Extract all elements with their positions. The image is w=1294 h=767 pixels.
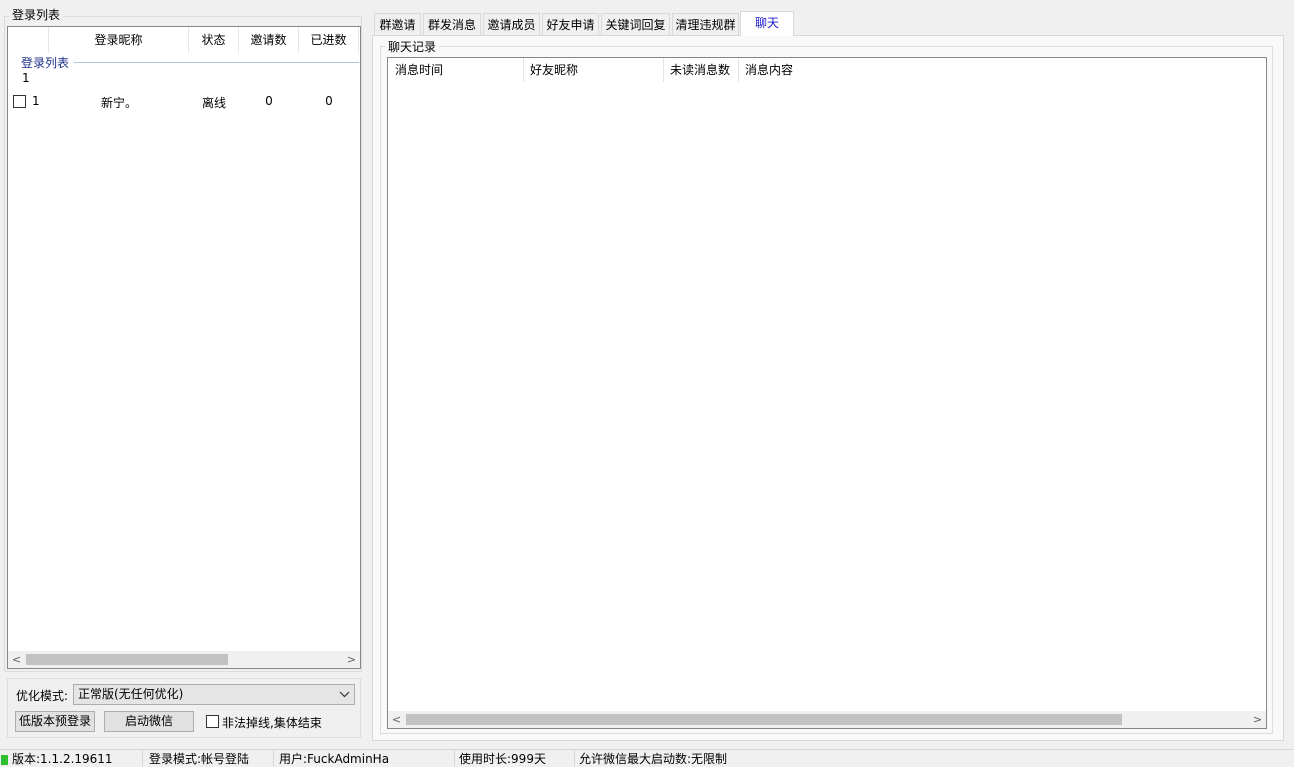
mode-select[interactable]: 正常版(无任何优化) bbox=[73, 684, 355, 705]
login-list-header: 登录昵称 状态 邀请数 已进数 bbox=[8, 27, 360, 53]
chat-hscrollbar[interactable]: < > bbox=[388, 711, 1266, 728]
list-group-divider bbox=[74, 62, 359, 63]
status-login-mode: 登录模式:帐号登陆 bbox=[145, 750, 274, 767]
row-checkbox[interactable] bbox=[13, 95, 26, 108]
status-max-start: 允许微信最大启动数:无限制 bbox=[579, 752, 728, 766]
header-spacer bbox=[8, 27, 49, 53]
scroll-right-icon[interactable]: > bbox=[1249, 711, 1266, 728]
col-joined[interactable]: 已进数 bbox=[299, 27, 359, 53]
row-invites: 0 bbox=[265, 94, 273, 108]
scroll-thumb[interactable] bbox=[26, 654, 228, 665]
login-list-group-title: 登录列表 bbox=[9, 8, 64, 22]
tab-group-invite[interactable]: 群邀请 bbox=[374, 13, 421, 35]
illegal-offline-label: 非法掉线,集体结束 bbox=[222, 716, 322, 730]
col-friend-nickname[interactable]: 好友昵称 bbox=[524, 58, 664, 82]
row-status: 离线 bbox=[201, 96, 226, 110]
status-bar: 版本:1.1.2.19611 登录模式:帐号登陆 用户:FuckAdminHa … bbox=[0, 749, 1294, 767]
col-invites[interactable]: 邀请数 bbox=[239, 27, 299, 53]
row-id: 1 bbox=[32, 94, 40, 108]
tab-chat[interactable]: 聊天 bbox=[740, 11, 794, 36]
low-version-prelogin-button[interactable]: 低版本预登录 bbox=[15, 711, 95, 732]
scroll-right-icon[interactable]: > bbox=[343, 651, 360, 668]
mode-select-value: 正常版(无任何优化) bbox=[78, 687, 184, 701]
col-message-content[interactable]: 消息内容 bbox=[739, 58, 939, 82]
tab-friend-request[interactable]: 好友申请 bbox=[542, 13, 599, 35]
col-unread-count[interactable]: 未读消息数 bbox=[664, 58, 739, 82]
row-nickname: 新宁。 bbox=[100, 96, 137, 110]
chevron-down-icon[interactable] bbox=[339, 685, 350, 710]
scroll-left-icon[interactable]: < bbox=[388, 711, 405, 728]
col-status[interactable]: 状态 bbox=[189, 27, 239, 53]
row-joined: 0 bbox=[325, 94, 333, 108]
tab-keyword-reply[interactable]: 关键词回复 bbox=[601, 13, 670, 35]
tab-mass-message[interactable]: 群发消息 bbox=[423, 13, 481, 35]
col-nickname[interactable]: 登录昵称 bbox=[49, 27, 189, 53]
status-user: 用户:FuckAdminHa bbox=[275, 750, 455, 767]
tab-clean-groups[interactable]: 清理违规群 bbox=[672, 13, 739, 35]
list-group-count: 1 bbox=[22, 71, 30, 85]
status-usage: 使用时长:999天 bbox=[455, 750, 575, 767]
login-list-hscrollbar[interactable]: < > bbox=[8, 651, 360, 668]
scroll-left-icon[interactable]: < bbox=[8, 651, 25, 668]
login-list-view[interactable]: 登录昵称 状态 邀请数 已进数 登录列表 1 1 新宁。 离线 0 0 < > bbox=[7, 26, 361, 669]
col-message-time[interactable]: 消息时间 bbox=[388, 58, 524, 82]
scroll-thumb[interactable] bbox=[406, 714, 1122, 725]
start-wechat-button[interactable]: 启动微信 bbox=[104, 711, 194, 732]
illegal-offline-checkbox[interactable] bbox=[206, 715, 219, 728]
mode-label: 优化模式: bbox=[16, 689, 69, 703]
chat-list-view[interactable]: 消息时间 好友昵称 未读消息数 消息内容 < > bbox=[387, 57, 1267, 729]
list-group-label: 登录列表 bbox=[21, 56, 70, 70]
chat-records-title: 聊天记录 bbox=[385, 40, 440, 54]
status-indicator-icon bbox=[1, 755, 8, 765]
tab-invite-members[interactable]: 邀请成员 bbox=[483, 13, 540, 35]
list-item[interactable]: 1 新宁。 离线 0 0 bbox=[8, 93, 360, 113]
status-version: 版本:1.1.2.19611 bbox=[8, 750, 143, 767]
